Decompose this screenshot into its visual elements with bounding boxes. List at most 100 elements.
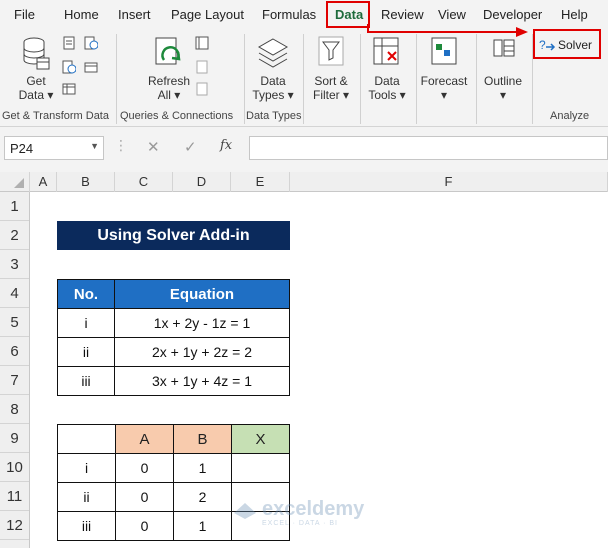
group-data-types: Data Types: [246, 110, 302, 122]
matrix-row-label[interactable]: i: [57, 453, 116, 483]
sort-filter-button[interactable]: Sort & Filter ▾: [308, 34, 354, 106]
matrix-cell-b[interactable]: 1: [173, 453, 232, 483]
properties-icon[interactable]: [195, 60, 209, 74]
column-headers: A B C D E F: [0, 172, 608, 192]
data-tools-label-1: Data: [374, 74, 400, 88]
row-header-2[interactable]: 2: [0, 221, 29, 250]
refresh-icon: [155, 37, 181, 65]
insert-function-icon[interactable]: fx: [220, 138, 232, 153]
exceldemy-logo-icon: [234, 502, 256, 519]
matrix-row-label[interactable]: iii: [57, 511, 116, 541]
data-types-label-2: Types ▾: [252, 88, 294, 102]
matrix-header-blank[interactable]: [57, 424, 116, 454]
col-header-a[interactable]: A: [30, 172, 57, 192]
data-tools-button[interactable]: Data Tools ▾: [364, 34, 410, 106]
more-icon: ⋮: [114, 137, 128, 153]
watermark: exceldemy EXCEL · DATA · BI: [232, 498, 365, 527]
row-header-12[interactable]: 12: [0, 511, 29, 540]
equation-row-equation[interactable]: 3x + 1y + 4z = 1: [114, 366, 290, 396]
name-box-value: P24: [10, 141, 34, 156]
arrow-head: [516, 27, 528, 37]
row-header-5[interactable]: 5: [0, 308, 29, 337]
col-header-d[interactable]: D: [173, 172, 231, 192]
matrix-cell-a[interactable]: 0: [115, 482, 174, 512]
menu-bar: File Home Insert Page Layout Formulas Da…: [0, 0, 608, 30]
from-text-icon[interactable]: [62, 36, 76, 50]
edit-links-icon[interactable]: [195, 82, 209, 96]
ribbon-separator: [476, 34, 477, 124]
row-header-1[interactable]: 1: [0, 192, 29, 221]
forecast-button[interactable]: Forecast ▾: [418, 34, 470, 106]
menu-home[interactable]: Home: [64, 7, 99, 22]
row-header-6[interactable]: 6: [0, 337, 29, 366]
data-types-icon: [257, 38, 289, 68]
formula-bar: P24 ▼ ⋮ ✕ ✓ fx: [0, 127, 608, 172]
watermark-name: exceldemy: [262, 498, 365, 520]
matrix-cell-a[interactable]: 0: [115, 453, 174, 483]
menu-insert[interactable]: Insert: [118, 7, 151, 22]
sheet-title[interactable]: Using Solver Add-in: [57, 221, 290, 250]
data-tools-icon: [373, 37, 399, 65]
matrix-header-b[interactable]: B: [173, 424, 232, 454]
menu-developer[interactable]: Developer: [483, 7, 542, 22]
ribbon: Get Data ▾ Refresh All ▾ Data Types ▾ So…: [0, 30, 608, 127]
equation-row-equation[interactable]: 2x + 1y + 2z = 2: [114, 337, 290, 367]
equation-header-equation[interactable]: Equation: [114, 279, 290, 309]
from-web-icon[interactable]: [62, 60, 76, 74]
row-header-11[interactable]: 11: [0, 482, 29, 511]
menu-file[interactable]: File: [14, 7, 35, 22]
matrix-cell-b[interactable]: 1: [173, 511, 232, 541]
col-header-c[interactable]: C: [115, 172, 173, 192]
menu-view[interactable]: View: [438, 7, 466, 22]
outline-label-1: Outline: [483, 74, 523, 88]
get-data-button[interactable]: Get Data ▾: [14, 34, 58, 106]
name-box[interactable]: P24 ▼: [4, 136, 104, 160]
formula-input[interactable]: [249, 136, 608, 160]
get-data-label-2: Data ▾: [18, 88, 54, 102]
outline-button[interactable]: Outline ▾: [480, 34, 526, 106]
existing-connections-icon[interactable]: [84, 60, 98, 74]
row-header-7[interactable]: 7: [0, 366, 29, 395]
recent-sources-icon[interactable]: [84, 36, 98, 50]
row-header-9[interactable]: 9: [0, 424, 29, 453]
equation-row-no[interactable]: i: [57, 308, 115, 338]
equation-row-equation[interactable]: 1x + 2y - 1z = 1: [114, 308, 290, 338]
equation-row-no[interactable]: ii: [57, 337, 115, 367]
col-header-f[interactable]: F: [290, 172, 608, 192]
ribbon-separator: [360, 34, 361, 124]
matrix-cell-b[interactable]: 2: [173, 482, 232, 512]
enter-icon[interactable]: ✓: [184, 138, 197, 156]
select-all-corner[interactable]: [0, 172, 30, 192]
menu-page-layout[interactable]: Page Layout: [171, 7, 244, 22]
data-types-button[interactable]: Data Types ▾: [250, 34, 296, 106]
menu-formulas[interactable]: Formulas: [262, 7, 316, 22]
row-headers: 1 2 3 4 5 6 7 8 9 10 11 12: [0, 192, 30, 548]
matrix-header-a[interactable]: A: [115, 424, 174, 454]
col-header-b[interactable]: B: [57, 172, 115, 192]
from-table-icon[interactable]: [62, 82, 76, 96]
row-header-10[interactable]: 10: [0, 453, 29, 482]
ribbon-separator: [116, 34, 117, 124]
matrix-header-x[interactable]: X: [231, 424, 290, 454]
group-analyze: Analyze: [550, 110, 590, 122]
select-all-icon: [14, 178, 24, 188]
row-header-4[interactable]: 4: [0, 279, 29, 308]
cancel-icon[interactable]: ✕: [147, 138, 160, 156]
matrix-cell-x[interactable]: [231, 453, 290, 483]
chevron-down-icon[interactable]: ▼: [90, 141, 99, 151]
sort-filter-label-2: Filter ▾: [312, 88, 350, 102]
matrix-cell-a[interactable]: 0: [115, 511, 174, 541]
equation-row-no[interactable]: iii: [57, 366, 115, 396]
menu-help[interactable]: Help: [561, 7, 588, 22]
refresh-all-button[interactable]: Refresh All ▾: [146, 34, 192, 106]
equation-header-no[interactable]: No.: [57, 279, 115, 309]
col-header-e[interactable]: E: [231, 172, 290, 192]
row-header-8[interactable]: 8: [0, 395, 29, 424]
matrix-row-label[interactable]: ii: [57, 482, 116, 512]
group-get-transform: Get & Transform Data: [2, 110, 109, 122]
outline-label-2: ▾: [499, 88, 507, 102]
menu-review[interactable]: Review: [381, 7, 424, 22]
queries-connections-icon[interactable]: [195, 36, 209, 50]
ribbon-separator: [244, 34, 245, 124]
row-header-3[interactable]: 3: [0, 250, 29, 279]
